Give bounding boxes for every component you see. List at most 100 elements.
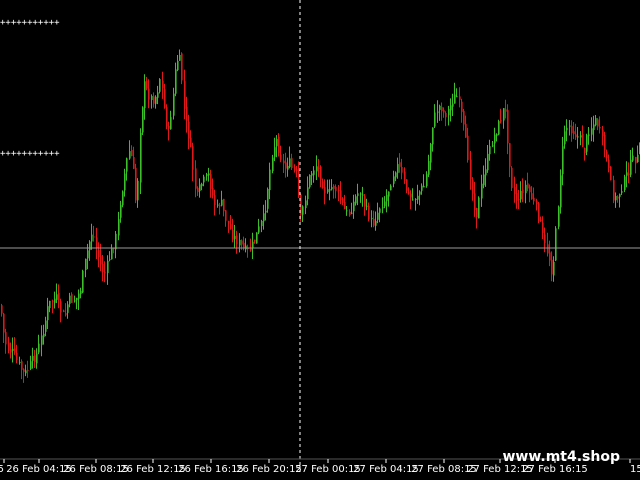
candle [533, 187, 535, 205]
candle [445, 111, 447, 127]
candle-body [355, 196, 357, 204]
candle-body [162, 80, 164, 88]
candle [610, 166, 612, 181]
candle [428, 154, 430, 177]
candle-body [613, 180, 615, 201]
candle [514, 176, 516, 203]
candle [382, 197, 384, 214]
candle [12, 337, 14, 363]
candle [137, 178, 139, 208]
candle-body [256, 232, 258, 244]
candle [626, 161, 628, 188]
candle-body [423, 185, 425, 188]
candle [47, 297, 49, 329]
candle [586, 133, 588, 156]
candle [82, 269, 84, 294]
candle-body [465, 123, 467, 138]
candle-body [25, 370, 27, 374]
x-tick-label: 26 Feb 08:15 [63, 464, 129, 475]
candle-body [593, 124, 595, 130]
level-marker: +++++++++++ [0, 149, 60, 159]
candle [52, 299, 54, 314]
candle-body [203, 176, 205, 183]
candle [19, 356, 21, 365]
candle-body [494, 134, 496, 144]
candle-body [155, 96, 157, 104]
candle [415, 198, 417, 211]
candle-body [102, 264, 104, 273]
candle [236, 230, 238, 254]
candle [276, 135, 278, 158]
candle [441, 102, 443, 121]
candle [25, 364, 27, 377]
candle [384, 196, 386, 209]
candle-body [520, 190, 522, 200]
candle-body [386, 194, 388, 202]
candle-body [560, 175, 562, 208]
candle-body [14, 348, 16, 353]
candle-body [140, 132, 142, 183]
candle-body [5, 332, 7, 345]
candle [571, 120, 573, 142]
level-markers: +++++++++++ +++++++++++ [0, 18, 60, 159]
candle-body [630, 159, 632, 175]
candle [456, 88, 458, 98]
candle [577, 127, 579, 149]
candle-body [265, 210, 267, 213]
candle [254, 239, 256, 244]
candle-body [302, 206, 304, 215]
candle-body [311, 173, 313, 176]
candle-body [236, 235, 238, 245]
candle [320, 165, 322, 188]
candle-body [294, 167, 296, 171]
candle [27, 360, 29, 378]
candle-body [263, 213, 265, 222]
candle [511, 166, 513, 191]
candle [390, 184, 392, 191]
candle [500, 108, 502, 124]
candle-body [65, 313, 67, 315]
candle [599, 116, 601, 134]
candle-body [126, 158, 128, 172]
candle [269, 162, 271, 200]
candle [355, 194, 357, 206]
candle [151, 94, 153, 109]
candle [388, 191, 390, 207]
candle [201, 182, 203, 191]
candle [582, 125, 584, 148]
candle [538, 202, 540, 224]
candle-body [617, 196, 619, 199]
x-tick-label: 5 [0, 464, 4, 475]
candle-body [316, 166, 318, 172]
candle [549, 240, 551, 267]
candle [419, 190, 421, 206]
candle-body [3, 313, 5, 333]
candle-body [78, 293, 80, 299]
candle-body [595, 118, 597, 126]
candle-body [580, 135, 582, 138]
candle-body [232, 230, 234, 240]
candle [250, 238, 252, 252]
candle-body [225, 210, 227, 221]
candle [386, 189, 388, 213]
candle-body [137, 180, 139, 201]
candle [146, 76, 148, 91]
candle [287, 157, 289, 177]
candle-body [624, 176, 626, 190]
candle [23, 368, 25, 383]
candle-body [531, 193, 533, 199]
candle-body [179, 55, 181, 61]
candle [505, 99, 507, 119]
candle-body [96, 237, 98, 248]
candle-body [283, 160, 285, 164]
candle [131, 145, 133, 157]
candle [426, 171, 428, 188]
candle-body [210, 174, 212, 189]
candle [624, 174, 626, 193]
candle-body [522, 189, 524, 193]
candle-body [261, 221, 263, 227]
candle-body [628, 173, 630, 175]
candle-body [492, 145, 494, 147]
candle-body [318, 167, 320, 169]
candle [219, 202, 221, 215]
